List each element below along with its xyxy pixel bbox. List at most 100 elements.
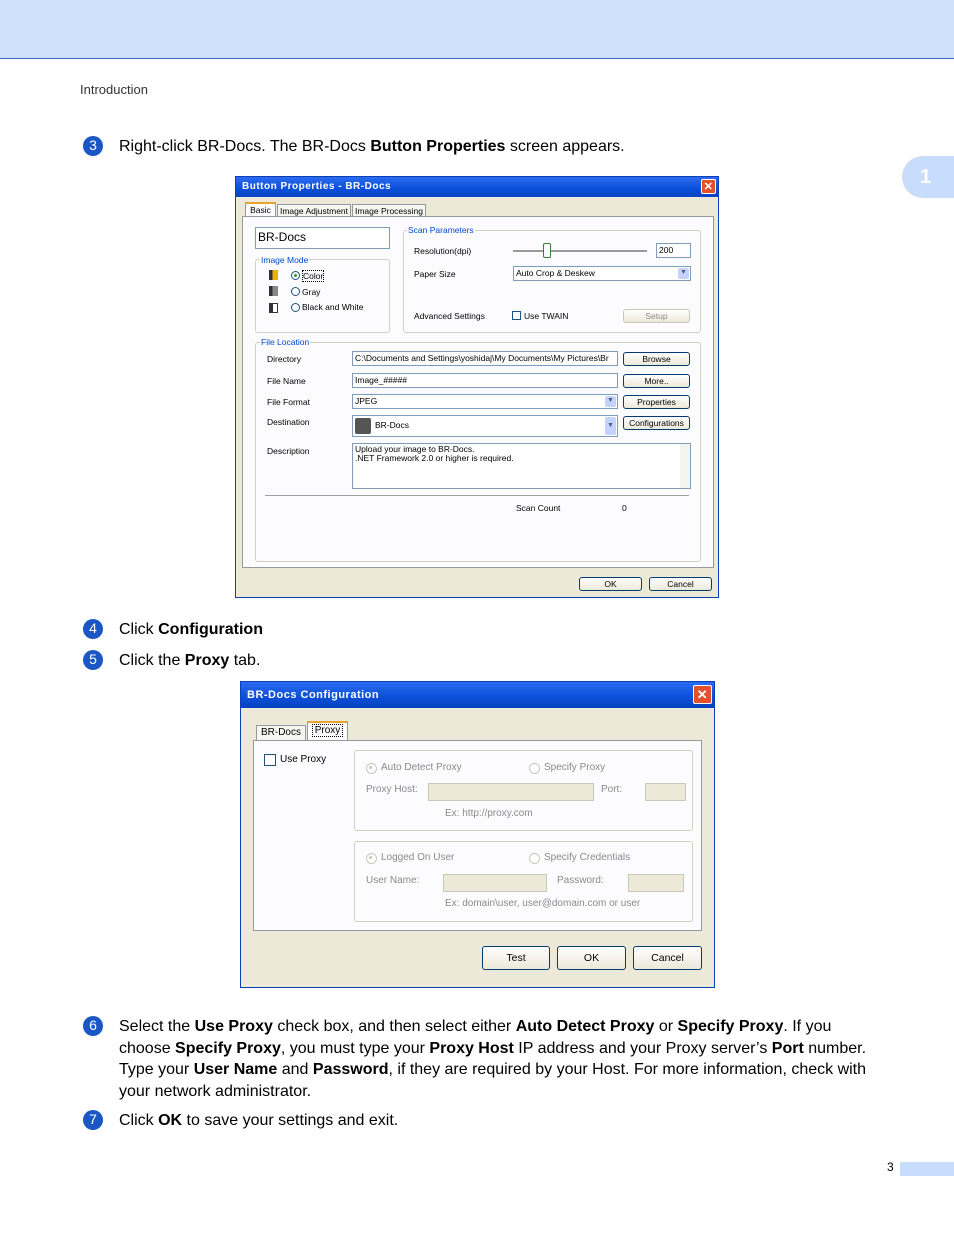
- auto-detect-proxy-radio[interactable]: [366, 763, 377, 774]
- paper-size-label: Paper Size: [414, 269, 456, 279]
- step-text: Click Configuration: [119, 621, 263, 638]
- user-name-input[interactable]: [443, 874, 547, 892]
- resolution-slider-thumb[interactable]: [543, 243, 551, 258]
- description-label: Description: [267, 446, 310, 456]
- description-line: .NET Framework 2.0 or higher is required…: [355, 453, 514, 463]
- window-title: BR-Docs Configuration ✕: [241, 682, 714, 708]
- proxy-host-label: Proxy Host:: [366, 784, 418, 795]
- page-footer-bar: [900, 1162, 954, 1176]
- window-title: Button Properties - BR-Docs ✕: [236, 177, 718, 197]
- black-white-radio[interactable]: [291, 303, 300, 312]
- file-format-label: File Format: [267, 397, 310, 407]
- step-text: Click the Proxy tab.: [119, 652, 261, 669]
- ok-button[interactable]: OK: [579, 577, 642, 591]
- more-button[interactable]: More..: [623, 374, 690, 388]
- image-mode-label: Image Mode: [260, 255, 310, 265]
- cancel-button[interactable]: Cancel: [649, 577, 712, 591]
- logged-on-user-radio[interactable]: [366, 853, 377, 864]
- gray-label: Gray: [302, 287, 321, 297]
- tab-br-docs[interactable]: BR-Docs: [256, 725, 306, 741]
- use-proxy-checkbox[interactable]: [264, 754, 276, 766]
- close-icon[interactable]: ✕: [693, 685, 712, 704]
- properties-button[interactable]: Properties: [623, 395, 690, 409]
- step-4: 4 Click Configuration: [83, 619, 263, 641]
- tab-proxy[interactable]: Proxy: [307, 721, 348, 741]
- password-input[interactable]: [628, 874, 684, 892]
- br-docs-logo-icon: [355, 418, 371, 434]
- file-name-label: File Name: [267, 376, 306, 386]
- step-text: Right-click BR-Docs. The BR-Docs Button …: [119, 138, 625, 155]
- port-label: Port:: [601, 784, 623, 795]
- scan-parameters-label: Scan Parameters: [407, 225, 475, 235]
- chevron-down-icon: ▼: [605, 417, 616, 435]
- bw-mode-icon: [269, 303, 278, 313]
- file-location-label: File Location: [260, 337, 311, 347]
- scan-count-label: Scan Count: [516, 503, 561, 513]
- tab-basic[interactable]: Basic: [245, 202, 276, 217]
- cancel-button[interactable]: Cancel: [633, 946, 702, 970]
- destination-label: Destination: [267, 417, 310, 427]
- file-format-select[interactable]: JPEG ▼: [352, 394, 618, 409]
- use-proxy-label: Use Proxy: [280, 754, 327, 765]
- chevron-down-icon: ▼: [678, 268, 689, 279]
- specify-proxy-label: Specify Proxy: [544, 762, 606, 773]
- port-input[interactable]: [645, 783, 686, 801]
- step-text: Select the Use Proxy check box, and then…: [119, 1018, 867, 1100]
- use-twain-checkbox[interactable]: [512, 311, 521, 320]
- button-properties-window: Button Properties - BR-Docs ✕ Basic Imag…: [235, 176, 719, 598]
- color-mode-icon: [269, 270, 278, 280]
- chapter-tab: 1: [902, 156, 954, 198]
- proxy-example-text: Ex: http://proxy.com: [445, 808, 533, 819]
- step-number: 5: [83, 650, 103, 670]
- gray-radio[interactable]: [291, 287, 300, 296]
- directory-label: Directory: [267, 354, 302, 364]
- step-number: 7: [83, 1110, 103, 1130]
- chevron-down-icon: ▼: [605, 396, 616, 407]
- resolution-input[interactable]: 200: [656, 243, 691, 258]
- close-icon[interactable]: ✕: [701, 179, 716, 194]
- step-text: Click OK to save your settings and exit.: [119, 1112, 399, 1129]
- test-button[interactable]: Test: [482, 946, 550, 970]
- file-name-input[interactable]: Image_#####: [352, 373, 618, 388]
- section-title: Introduction: [80, 82, 148, 97]
- scrollbar[interactable]: [680, 444, 690, 488]
- gray-mode-icon: [269, 286, 278, 296]
- color-label: Color: [302, 270, 325, 282]
- setup-button[interactable]: Setup: [623, 309, 690, 323]
- paper-size-select[interactable]: Auto Crop & Deskew ▼: [513, 266, 691, 281]
- specify-credentials-radio[interactable]: [529, 853, 540, 864]
- user-example-text: Ex: domain\user, user@domain.com or user: [445, 898, 641, 909]
- resolution-slider-track[interactable]: [513, 250, 647, 253]
- auto-detect-proxy-label: Auto Detect Proxy: [381, 762, 462, 773]
- step-7: 7 Click OK to save your settings and exi…: [83, 1110, 398, 1132]
- configurations-button[interactable]: Configurations: [623, 416, 690, 430]
- resolution-label: Resolution(dpi): [414, 246, 472, 256]
- proxy-host-input[interactable]: [428, 783, 594, 801]
- page-header-bar: [0, 0, 954, 59]
- step-5: 5 Click the Proxy tab.: [83, 650, 260, 672]
- user-name-label: User Name:: [366, 875, 420, 886]
- specify-credentials-label: Specify Credentials: [544, 852, 631, 863]
- page-number: 3: [887, 1160, 894, 1174]
- logged-on-user-label: Logged On User: [381, 852, 455, 863]
- color-radio[interactable]: [291, 271, 300, 280]
- specify-proxy-radio[interactable]: [529, 763, 540, 774]
- step-number: 4: [83, 619, 103, 639]
- br-docs-configuration-window: BR-Docs Configuration ✕ BR-Docs Proxy Us…: [240, 681, 715, 988]
- button-name-input[interactable]: BR-Docs: [255, 227, 390, 249]
- password-label: Password:: [557, 875, 604, 886]
- step-3: 3 Right-click BR-Docs. The BR-Docs Butto…: [83, 136, 625, 158]
- directory-input[interactable]: C:\Documents and Settings\yoshidaj\My Do…: [352, 351, 618, 366]
- step-6: 6 Select the Use Proxy check box, and th…: [83, 1016, 883, 1102]
- scan-count-value: 0: [622, 503, 627, 513]
- divider: [265, 495, 689, 497]
- black-white-label: Black and White: [302, 302, 364, 312]
- destination-select[interactable]: BR-Docs ▼: [352, 415, 618, 437]
- browse-button[interactable]: Browse: [623, 352, 690, 366]
- use-twain-label: Use TWAIN: [524, 311, 569, 321]
- advanced-settings-label: Advanced Settings: [414, 311, 485, 321]
- description-textarea[interactable]: Upload your image to BR-Docs. .NET Frame…: [352, 443, 691, 489]
- step-number: 6: [83, 1016, 103, 1036]
- step-number: 3: [83, 136, 103, 156]
- ok-button[interactable]: OK: [557, 946, 626, 970]
